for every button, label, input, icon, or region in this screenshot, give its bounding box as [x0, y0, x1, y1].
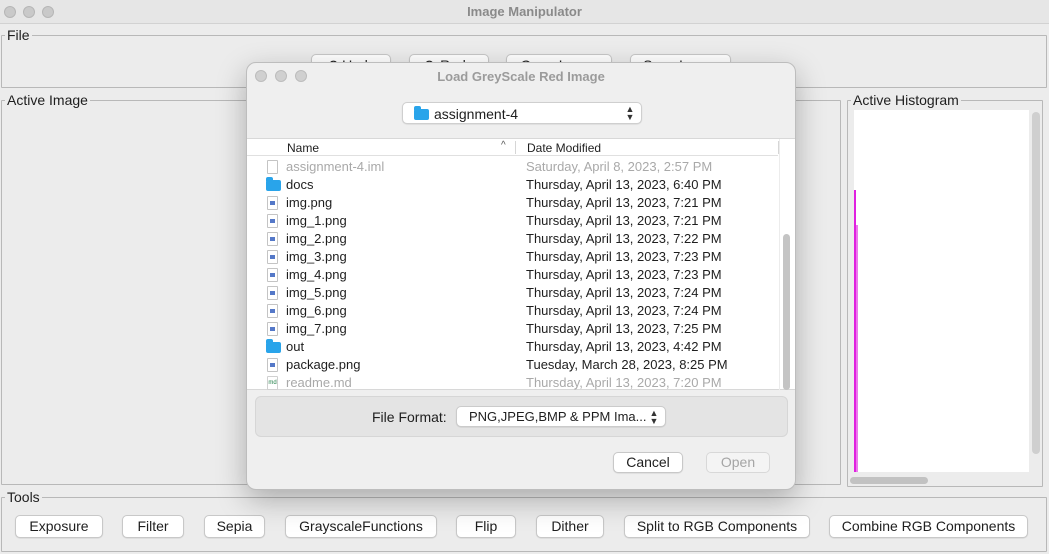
folder-icon	[414, 106, 429, 120]
file-name: img_7.png	[286, 321, 347, 336]
active-image-legend: Active Image	[7, 92, 88, 108]
file-name: img_3.png	[286, 249, 347, 264]
file-date: Thursday, April 13, 2023, 7:21 PM	[526, 213, 722, 228]
image-file-icon	[267, 214, 278, 228]
file-name: package.png	[286, 357, 361, 372]
filter-button[interactable]: Filter	[122, 515, 184, 538]
active-histogram-legend: Active Histogram	[853, 92, 959, 108]
image-file-icon	[267, 322, 278, 336]
exposure-button[interactable]: Exposure	[15, 515, 103, 538]
image-file-icon	[267, 358, 278, 372]
file-name: docs	[286, 177, 314, 192]
file-row[interactable]: docs Thursday, April 13, 2023, 6:40 PM	[247, 176, 778, 194]
image-file-icon	[267, 232, 278, 246]
file-row[interactable]: img_1.png Thursday, April 13, 2023, 7:21 …	[247, 212, 778, 230]
file-row[interactable]: out Thursday, April 13, 2023, 4:42 PM	[247, 338, 778, 356]
file-list-header: Name ^ Date Modified	[247, 139, 779, 156]
file-date: Thursday, April 13, 2023, 7:23 PM	[526, 249, 722, 264]
file-list-scrollbar[interactable]	[783, 234, 790, 390]
folder-icon	[266, 339, 281, 353]
file-date: Thursday, April 13, 2023, 7:24 PM	[526, 285, 722, 300]
image-file-icon	[267, 304, 278, 318]
file-format-select[interactable]: PNG,JPEG,BMP & PPM Ima... ▲ ▼	[456, 406, 666, 427]
file-row: assignment-4.iml Saturday, April 8, 2023,…	[247, 158, 778, 176]
sort-ascending-icon: ^	[501, 140, 506, 151]
file-name: img.png	[286, 195, 333, 210]
app-window: Image Manipulator File ↶ Undo ↷ Redo Ope…	[0, 0, 1049, 554]
file-name: out	[286, 339, 305, 354]
combine-rgb-button[interactable]: Combine RGB Components	[829, 515, 1028, 538]
window-titlebar: Image Manipulator	[0, 0, 1049, 24]
file-list[interactable]: Name ^ Date Modified assignment-4.iml Sat…	[247, 138, 795, 392]
file-name: readme.md	[286, 375, 352, 390]
dither-button[interactable]: Dither	[536, 515, 604, 538]
file-row: md readme.md Thursday, April 13, 2023, 7:2…	[247, 374, 778, 392]
markdown-file-icon: md	[267, 376, 278, 390]
file-row[interactable]: img.png Thursday, April 13, 2023, 7:21 PM	[247, 194, 778, 212]
file-date: Thursday, April 13, 2023, 7:23 PM	[526, 267, 722, 282]
file-date: Thursday, April 13, 2023, 7:20 PM	[526, 375, 722, 390]
file-panel-legend: File	[7, 27, 30, 43]
directory-select[interactable]: assignment-4 ▲ ▼	[402, 102, 642, 124]
file-date: Thursday, April 13, 2023, 7:25 PM	[526, 321, 722, 336]
file-row[interactable]: img_7.png Thursday, April 13, 2023, 7:25 …	[247, 320, 778, 338]
split-rgb-button[interactable]: Split to RGB Components	[624, 515, 810, 538]
file-name: img_6.png	[286, 303, 347, 318]
file-name: img_2.png	[286, 231, 347, 246]
file-format-label: File Format:	[372, 409, 447, 425]
histogram-canvas	[854, 110, 1029, 472]
image-file-icon	[267, 286, 278, 300]
file-row[interactable]: img_4.png Thursday, April 13, 2023, 7:23 …	[247, 266, 778, 284]
directory-label: assignment-4	[434, 106, 519, 122]
file-date: Saturday, April 8, 2023, 2:57 PM	[526, 159, 713, 174]
file-format-panel: File Format: PNG,JPEG,BMP & PPM Ima... ▲…	[255, 396, 788, 437]
cancel-button[interactable]: Cancel	[613, 452, 683, 473]
column-separator	[515, 141, 516, 154]
file-row[interactable]: img_6.png Thursday, April 13, 2023, 7:24 …	[247, 302, 778, 320]
flip-button[interactable]: Flip	[456, 515, 516, 538]
file-name: img_1.png	[286, 213, 347, 228]
updown-chevron-icon: ▲ ▼	[649, 408, 659, 426]
list-divider	[779, 139, 780, 390]
name-column-header[interactable]: Name	[287, 141, 319, 155]
image-file-icon	[267, 196, 278, 210]
file-row[interactable]: img_5.png Thursday, April 13, 2023, 7:24 …	[247, 284, 778, 302]
file-date: Thursday, April 13, 2023, 7:21 PM	[526, 195, 722, 210]
file-row[interactable]: package.png Tuesday, March 28, 2023, 8:25…	[247, 356, 778, 374]
grayscale-functions-button[interactable]: GrayscaleFunctions	[285, 515, 437, 538]
file-date: Thursday, April 13, 2023, 6:40 PM	[526, 177, 722, 192]
file-date: Tuesday, March 28, 2023, 8:25 PM	[526, 357, 728, 372]
updown-chevron-icon: ▲ ▼	[625, 104, 635, 122]
date-column-header[interactable]: Date Modified	[527, 141, 601, 155]
image-file-icon	[267, 250, 278, 264]
file-name: img_5.png	[286, 285, 347, 300]
file-format-value: PNG,JPEG,BMP & PPM Ima...	[469, 409, 647, 424]
tools-legend: Tools	[7, 489, 40, 505]
sepia-button[interactable]: Sepia	[204, 515, 265, 538]
window-title: Image Manipulator	[467, 4, 582, 19]
folder-icon	[266, 177, 281, 191]
file-name: img_4.png	[286, 267, 347, 282]
file-date: Thursday, April 13, 2023, 7:24 PM	[526, 303, 722, 318]
file-row[interactable]: img_3.png Thursday, April 13, 2023, 7:23 …	[247, 248, 778, 266]
file-row[interactable]: img_2.png Thursday, April 13, 2023, 7:22 …	[247, 230, 778, 248]
histogram-red-line-2	[856, 225, 858, 472]
document-file-icon	[267, 160, 278, 174]
histogram-vertical-scrollbar[interactable]	[1032, 112, 1040, 454]
file-date: Thursday, April 13, 2023, 7:22 PM	[526, 231, 722, 246]
image-file-icon	[267, 268, 278, 282]
histogram-horizontal-scrollbar[interactable]	[850, 477, 928, 484]
open-button[interactable]: Open	[706, 452, 770, 473]
file-name: assignment-4.iml	[286, 159, 385, 174]
file-date: Thursday, April 13, 2023, 4:42 PM	[526, 339, 722, 354]
dialog-title: Load GreyScale Red Image	[437, 69, 605, 84]
load-image-dialog: Load GreyScale Red Image assignment-4 ▲ ▼…	[246, 62, 796, 490]
